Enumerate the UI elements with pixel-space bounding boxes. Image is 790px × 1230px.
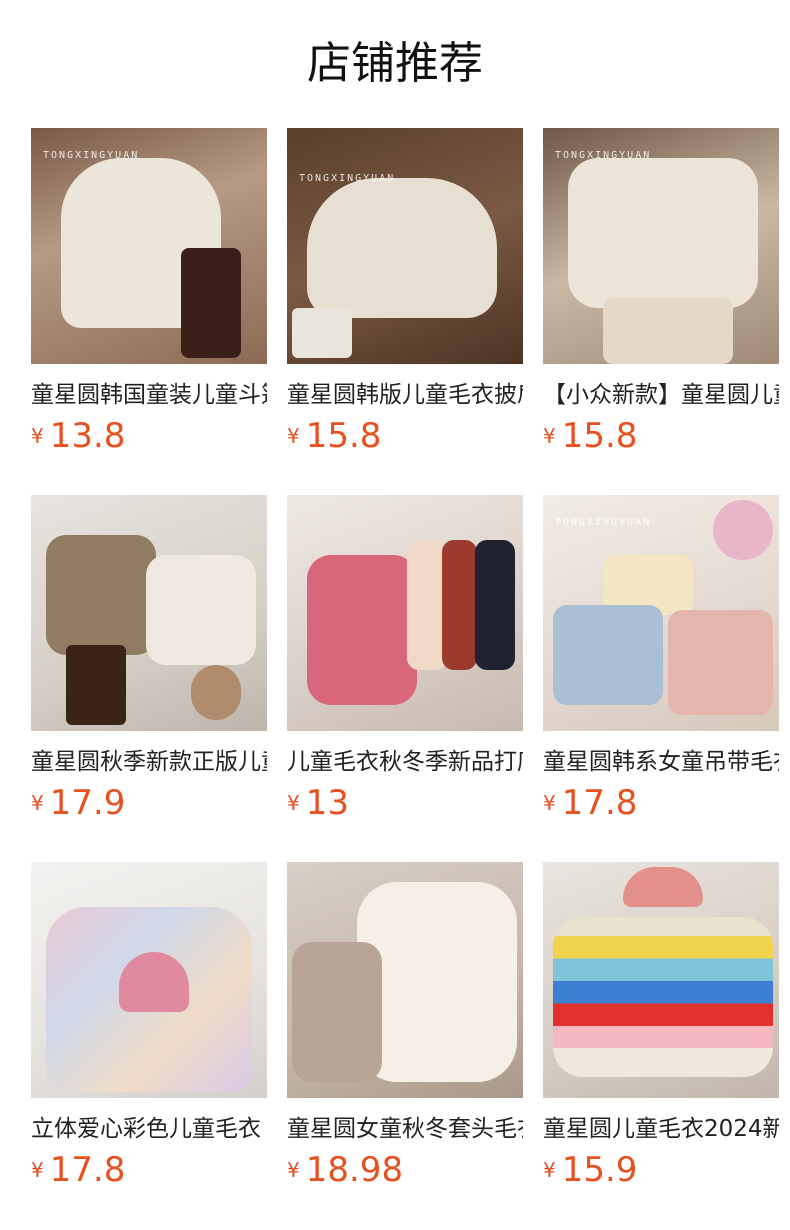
leggings-shape xyxy=(181,248,241,358)
camisole-shape xyxy=(668,610,773,715)
product-name[interactable]: 立体爱心彩色儿童毛衣 xyxy=(31,1112,267,1146)
product-price: ¥15.8 xyxy=(543,414,637,458)
product-name[interactable]: 儿童毛衣秋冬季新品打底衫 xyxy=(287,745,523,779)
product-image[interactable] xyxy=(31,862,267,1098)
product-card[interactable]: TONGXINGYUAN 【小众新款】童星圆儿童开衫 ¥15.8 xyxy=(543,128,779,495)
socks-shape xyxy=(292,308,352,358)
sweater-shape xyxy=(407,540,447,670)
product-image[interactable]: TONGXINGYUAN xyxy=(543,128,779,364)
currency-symbol: ¥ xyxy=(31,424,44,448)
product-card[interactable]: 儿童毛衣秋冬季新品打底衫 ¥13 xyxy=(287,495,523,862)
product-price: ¥13.8 xyxy=(31,414,125,458)
currency-symbol: ¥ xyxy=(287,791,300,815)
currency-symbol: ¥ xyxy=(543,424,556,448)
product-card[interactable]: TONGXINGYUAN 童星圆韩版儿童毛衣披肩 ¥15.8 xyxy=(287,128,523,495)
sweater-cape-shape xyxy=(307,178,497,318)
product-card[interactable]: TONGXINGYUAN 童星圆韩系女童吊带毛衣 ¥17.8 xyxy=(543,495,779,862)
product-price: ¥18.98 xyxy=(287,1148,403,1192)
price-value: 18.98 xyxy=(305,1150,404,1190)
currency-symbol: ¥ xyxy=(287,424,300,448)
teddy-bear-shape xyxy=(191,665,241,720)
section-title: 店铺推荐 xyxy=(307,38,483,89)
product-price: ¥17.8 xyxy=(543,781,637,825)
product-card[interactable]: 童星圆女童秋冬套头毛衣 ¥18.98 xyxy=(287,862,523,1229)
product-name[interactable]: 童星圆韩国童装儿童斗篷毛衣 xyxy=(31,378,267,412)
product-name[interactable]: 童星圆儿童毛衣2024新款 xyxy=(543,1112,779,1146)
product-image[interactable] xyxy=(543,862,779,1098)
price-value: 13 xyxy=(305,783,349,823)
price-value: 17.8 xyxy=(49,1150,126,1190)
product-card[interactable]: TONGXINGYUAN 童星圆韩国童装儿童斗篷毛衣 ¥13.8 xyxy=(31,128,267,495)
currency-symbol: ¥ xyxy=(287,1158,300,1182)
flowers-shape xyxy=(713,500,773,560)
product-card[interactable]: 童星圆儿童毛衣2024新款 ¥15.9 xyxy=(543,862,779,1229)
product-name[interactable]: 童星圆秋季新款正版儿童马甲 xyxy=(31,745,267,779)
price-value: 15.8 xyxy=(305,416,382,456)
camisole-shape xyxy=(553,605,663,705)
product-price: ¥17.9 xyxy=(31,781,125,825)
pants-shape xyxy=(603,298,733,364)
sweater-shape xyxy=(475,540,515,670)
product-price: ¥17.8 xyxy=(31,1148,125,1192)
product-image[interactable] xyxy=(287,495,523,731)
product-card[interactable]: 立体爱心彩色儿童毛衣 ¥17.8 xyxy=(31,862,267,1229)
price-value: 15.9 xyxy=(561,1150,638,1190)
product-image[interactable]: TONGXINGYUAN xyxy=(287,128,523,364)
sweater-shape xyxy=(442,540,477,670)
product-image[interactable]: TONGXINGYUAN xyxy=(31,128,267,364)
pants-shape xyxy=(66,645,126,725)
vest-shape xyxy=(146,555,256,665)
product-price: ¥15.8 xyxy=(287,414,381,458)
product-card[interactable]: 童星圆秋季新款正版儿童马甲 ¥17.9 xyxy=(31,495,267,862)
watermark-text: TONGXINGYUAN xyxy=(555,150,652,161)
product-name[interactable]: 童星圆女童秋冬套头毛衣 xyxy=(287,1112,523,1146)
product-image[interactable] xyxy=(31,495,267,731)
currency-symbol: ¥ xyxy=(31,791,44,815)
sweater-shape xyxy=(307,555,417,705)
vest-shape xyxy=(46,535,156,655)
product-image[interactable]: TONGXINGYUAN xyxy=(543,495,779,731)
currency-symbol: ¥ xyxy=(543,791,556,815)
watermark-text: TONGXINGYUAN xyxy=(555,517,652,528)
price-value: 13.8 xyxy=(49,416,126,456)
watermark-text: TONGXINGYUAN xyxy=(299,173,396,184)
beret-shape xyxy=(623,867,703,907)
product-name[interactable]: 【小众新款】童星圆儿童开衫 xyxy=(543,378,779,412)
price-value: 15.8 xyxy=(561,416,638,456)
price-value: 17.9 xyxy=(49,783,126,823)
price-value: 17.8 xyxy=(561,783,638,823)
sweater-shape xyxy=(292,942,382,1082)
product-name[interactable]: 童星圆韩系女童吊带毛衣 xyxy=(543,745,779,779)
currency-symbol: ¥ xyxy=(31,1158,44,1182)
watermark-text: TONGXINGYUAN xyxy=(43,150,140,161)
cardigan-shape xyxy=(568,158,758,308)
currency-symbol: ¥ xyxy=(543,1158,556,1182)
product-image[interactable] xyxy=(287,862,523,1098)
product-name[interactable]: 童星圆韩版儿童毛衣披肩 xyxy=(287,378,523,412)
product-price: ¥15.9 xyxy=(543,1148,637,1192)
product-price: ¥13 xyxy=(287,781,349,825)
rainbow-cardigan-shape xyxy=(553,917,773,1077)
product-grid: TONGXINGYUAN 童星圆韩国童装儿童斗篷毛衣 ¥13.8 TONGXIN… xyxy=(31,128,790,1229)
